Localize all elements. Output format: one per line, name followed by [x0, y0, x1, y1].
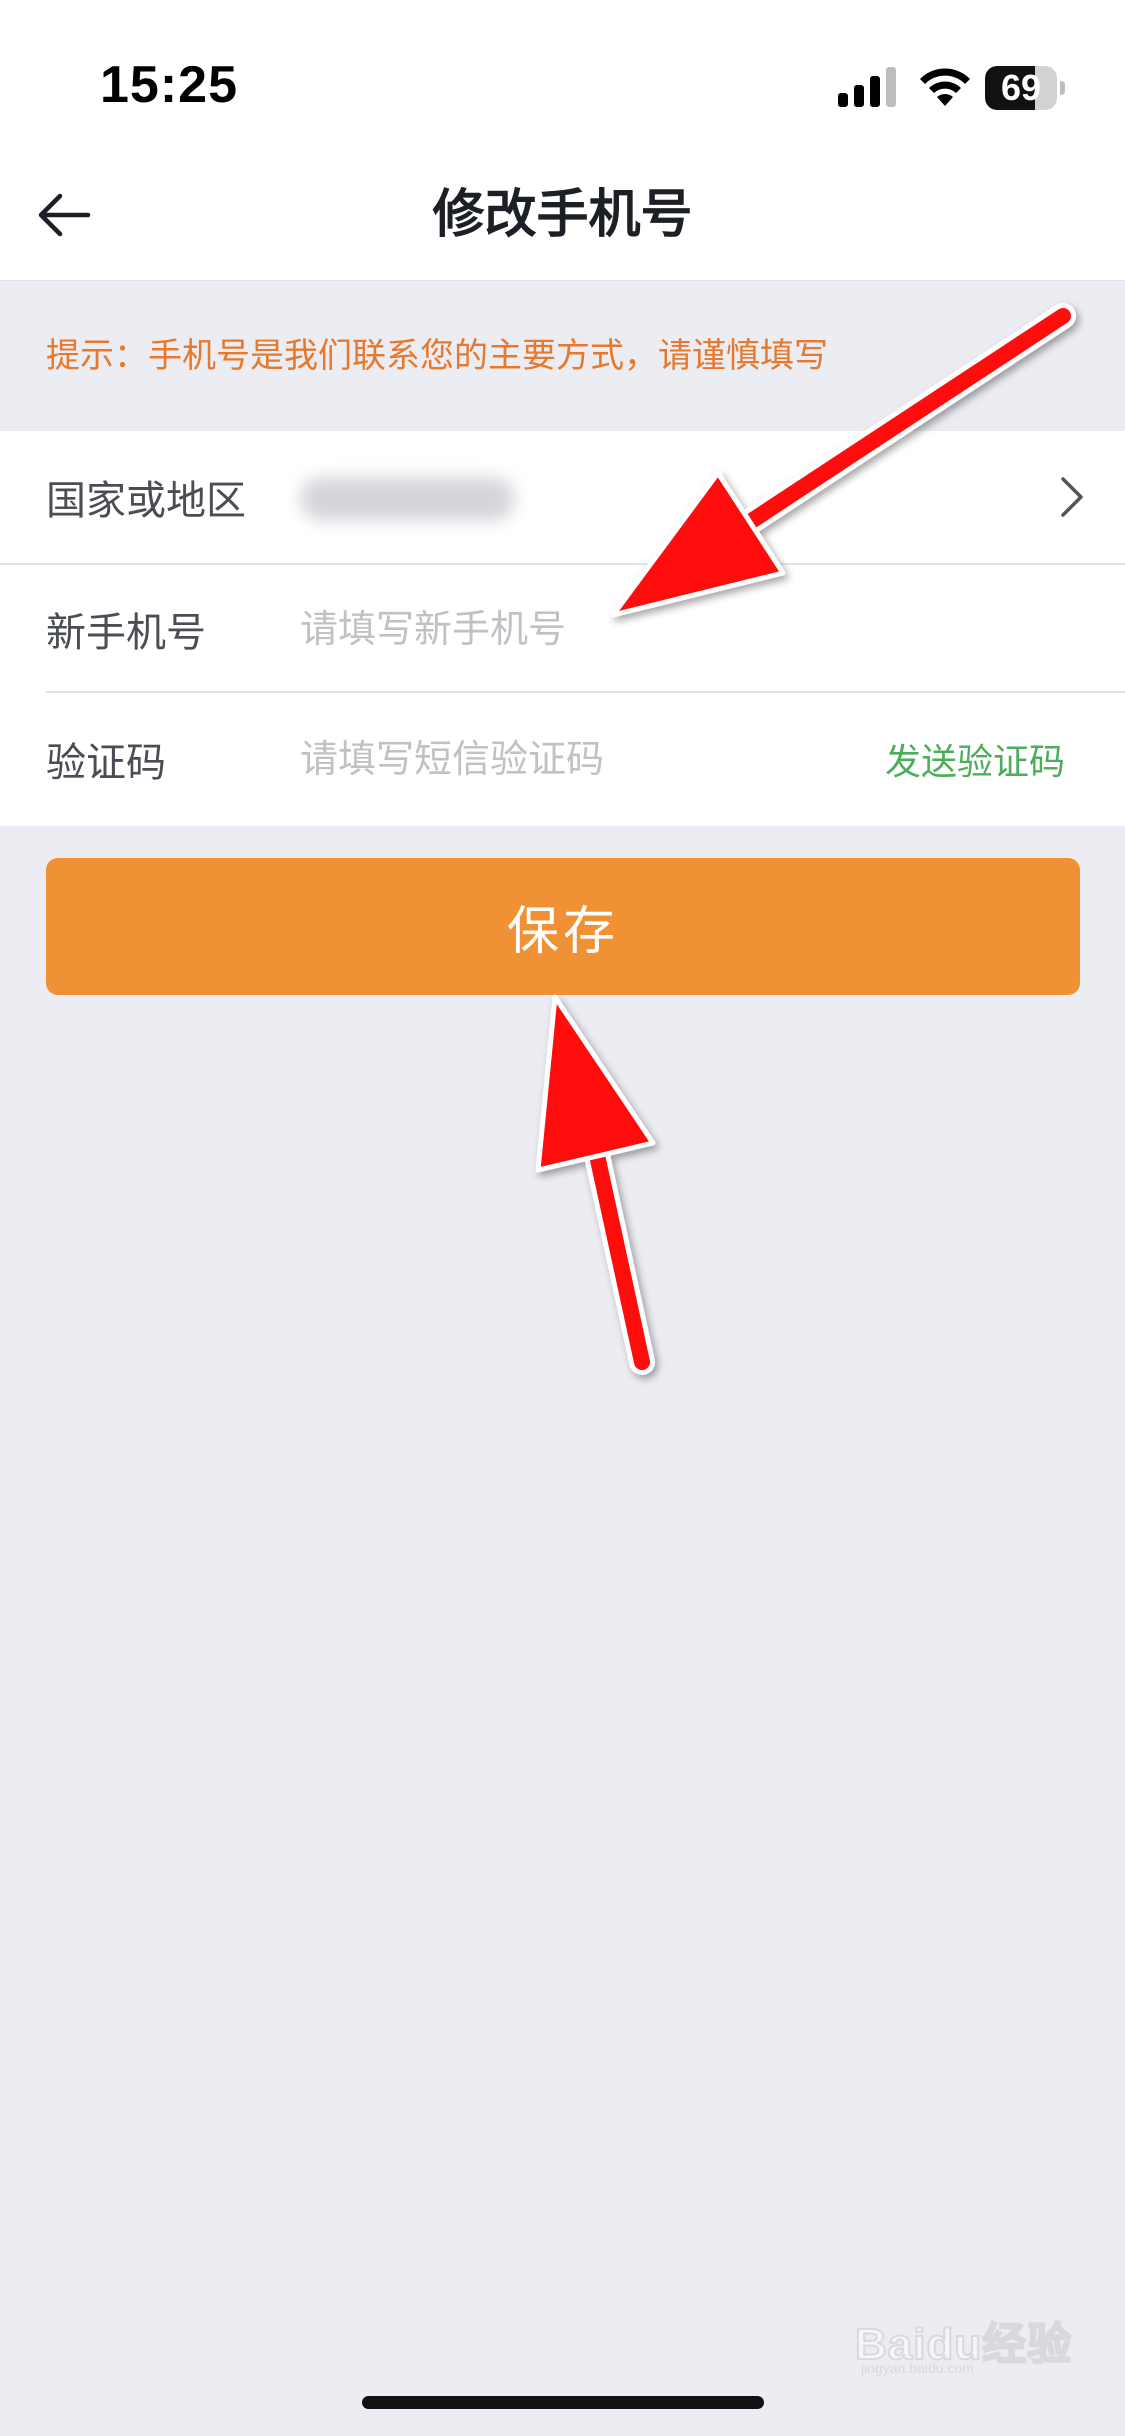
page-title: 修改手机号 — [432, 185, 693, 245]
notice-banner: 提示：手机号是我们联系您的主要方式，请谨慎填写 — [0, 281, 1125, 431]
baidu-watermark: Baidu经验 jingyan.baidu.com — [854, 2308, 1095, 2378]
send-code-button[interactable]: 发送验证码 — [885, 693, 1065, 825]
phone-form: 国家或地区 新手机号 验证码 发送验证码 — [0, 431, 1125, 826]
battery-level: 69 — [1000, 67, 1042, 108]
verification-code-input[interactable] — [300, 693, 740, 825]
status-time: 15:25 — [100, 56, 238, 114]
region-row[interactable]: 国家或地区 — [0, 431, 1125, 565]
arrow-pointing-save-button — [535, 994, 656, 1375]
home-indicator — [362, 2396, 764, 2409]
new-phone-input[interactable] — [300, 565, 860, 693]
region-value-blurred — [300, 477, 515, 521]
status-bar: 15:25 69 — [0, 0, 1125, 150]
phone-row: 新手机号 — [0, 565, 1125, 693]
watermark-sub: jingyan.baidu.com — [861, 2360, 974, 2376]
code-row: 验证码 发送验证码 — [0, 693, 1125, 825]
notice-text: 提示：手机号是我们联系您的主要方式，请谨慎填写 — [46, 336, 828, 376]
wifi-icon — [920, 68, 970, 106]
nav-bar: 修改手机号 — [0, 150, 1125, 281]
battery-icon: 69 — [985, 66, 1065, 110]
arrow-left-icon[interactable] — [30, 180, 100, 250]
chevron-right-icon[interactable] — [1057, 475, 1087, 519]
signal-icon — [838, 67, 896, 107]
code-label: 验证码 — [46, 740, 166, 786]
save-button[interactable]: 保存 — [46, 858, 1080, 995]
phone-label: 新手机号 — [46, 610, 206, 656]
region-label: 国家或地区 — [46, 478, 246, 524]
